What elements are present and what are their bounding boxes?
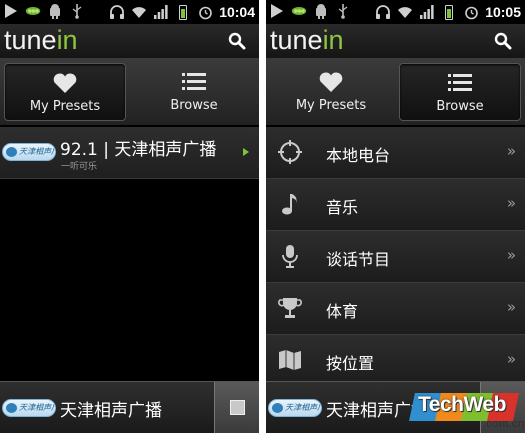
menu-item-local-radio[interactable]: 本地电台 »: [266, 127, 525, 179]
search-icon: [494, 32, 512, 50]
play-store-icon: [3, 2, 19, 20]
chevron-right-icon: »: [506, 298, 516, 316]
green-pea-app-icon: [291, 2, 307, 20]
map-icon: [279, 350, 301, 370]
tab-bar: My Presets Browse: [0, 58, 259, 126]
stop-icon: [230, 400, 245, 415]
battery-icon: [441, 3, 457, 21]
tab-label-my-presets: My Presets: [295, 98, 367, 113]
menu-item-music[interactable]: 音乐 »: [266, 179, 525, 231]
browse-menu-list: 本地电台 » 音乐 » 谈话节目 » 体育 » 按位置 »: [266, 127, 525, 387]
tab-my-presets[interactable]: My Presets: [270, 63, 392, 121]
heart-icon: [53, 73, 77, 93]
app-title-bar: tunein: [0, 24, 259, 58]
search-icon: [228, 32, 246, 50]
tab-browse[interactable]: Browse: [133, 63, 255, 121]
wifi-icon: [397, 3, 413, 21]
playing-indicator-icon: [243, 148, 249, 156]
usb-icon: [335, 2, 351, 20]
tab-label-browse: Browse: [436, 99, 484, 114]
menu-item-by-location[interactable]: 按位置 »: [266, 335, 525, 387]
battery-icon: [175, 3, 191, 21]
headphones-icon: [375, 3, 391, 21]
menu-item-label: 体育: [326, 302, 359, 321]
status-time: 10:05: [485, 4, 521, 20]
now-playing-title: 天津相声广播: [60, 401, 162, 421]
wifi-icon: [131, 3, 147, 21]
search-button[interactable]: [493, 31, 513, 51]
alarm-icon: [463, 3, 479, 21]
preset-list-item[interactable]: 天津相声广播 92.1 | 天津相声广播 一听可乐: [0, 127, 259, 179]
play-store-icon: [269, 2, 285, 20]
search-button[interactable]: [227, 31, 247, 51]
tab-label-my-presets: My Presets: [29, 99, 101, 114]
now-playing-station-logo: 天津相声广播: [268, 399, 322, 417]
app-title-bar: tunein: [266, 24, 525, 58]
microphone-icon: [282, 245, 298, 268]
android-debug-icon: [313, 2, 329, 20]
chevron-right-icon: »: [506, 142, 516, 160]
alarm-icon: [197, 3, 213, 21]
trophy-icon: [278, 298, 302, 318]
screen-browse: 10:05 tunein My Presets Browse 本地电台 » 音乐…: [266, 0, 525, 433]
status-bar: 10:05: [266, 0, 525, 24]
menu-item-label: 按位置: [326, 354, 375, 373]
menu-item-talk[interactable]: 谈话节目 »: [266, 231, 525, 283]
location-crosshair-icon: [278, 140, 302, 164]
android-debug-icon: [47, 2, 63, 20]
music-note-icon: [282, 194, 297, 215]
green-pea-app-icon: [25, 2, 41, 20]
usb-icon: [69, 2, 85, 20]
chevron-right-icon: »: [506, 350, 516, 368]
tab-bar: My Presets Browse: [266, 58, 525, 126]
menu-item-label: 音乐: [326, 198, 359, 217]
tab-label-browse: Browse: [170, 98, 218, 113]
preset-title: 92.1 | 天津相声广播: [60, 140, 217, 160]
menu-item-sports[interactable]: 体育 »: [266, 283, 525, 335]
menu-item-label: 谈话节目: [326, 250, 391, 269]
tab-my-presets[interactable]: My Presets: [4, 63, 126, 121]
station-logo: 天津相声广播: [2, 143, 56, 161]
headphones-icon: [109, 3, 125, 21]
tab-browse[interactable]: Browse: [399, 63, 521, 121]
signal-icon: [153, 3, 169, 21]
screen-my-presets: 10:04 tunein My Presets Browse 天津相声广播 92…: [0, 0, 259, 433]
menu-item-label: 本地电台: [326, 146, 391, 165]
tunein-logo: tunein: [270, 25, 344, 55]
heart-icon: [319, 72, 343, 92]
watermark-brand: TechWeb: [418, 393, 506, 416]
stop-button[interactable]: [214, 382, 259, 433]
chevron-right-icon: »: [506, 194, 516, 212]
chevron-right-icon: »: [506, 246, 516, 264]
status-time: 10:04: [219, 4, 255, 20]
preset-subtitle: 一听可乐: [61, 162, 98, 172]
tunein-logo: tunein: [4, 25, 78, 55]
now-playing-bar[interactable]: 天津相声广播 天津相声广播: [0, 381, 259, 433]
watermark-domain: .com.cn: [483, 418, 525, 430]
signal-icon: [419, 3, 435, 21]
now-playing-station-logo: 天津相声广播: [2, 399, 56, 417]
techweb-watermark: TechWeb .com.cn: [409, 390, 525, 433]
status-bar: 10:04: [0, 0, 259, 24]
list-icon: [182, 73, 206, 90]
list-icon: [448, 74, 472, 91]
